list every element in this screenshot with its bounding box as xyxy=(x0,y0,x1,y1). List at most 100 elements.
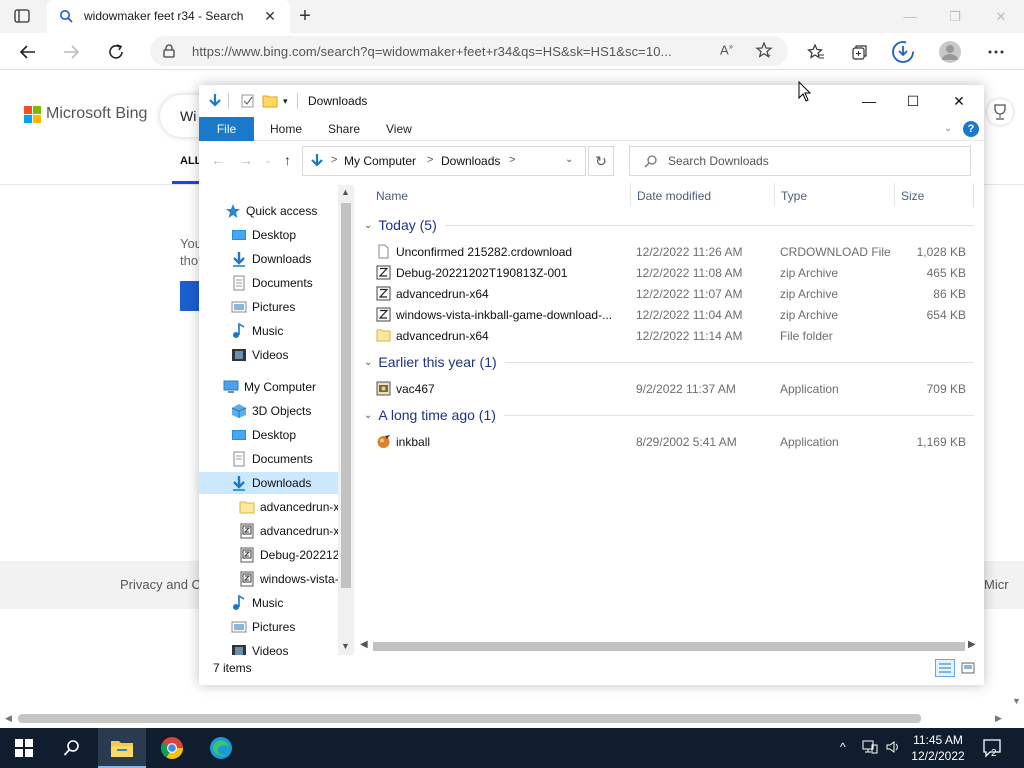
search-icon[interactable] xyxy=(48,728,96,768)
add-favorite-icon[interactable]: + xyxy=(755,41,773,60)
downloads-icon[interactable] xyxy=(890,39,916,65)
nav-qa-documents[interactable]: Documents 📌 xyxy=(231,272,354,294)
nav-qa-videos[interactable]: Videos xyxy=(231,344,354,366)
file-list-horizontal-scrollbar[interactable]: ◀ ▶ xyxy=(356,637,984,655)
column-size[interactable]: Size xyxy=(901,189,924,203)
chrome-icon[interactable] xyxy=(148,728,196,768)
chevron-up-icon[interactable]: ^ xyxy=(840,740,846,754)
tab-share[interactable]: Share xyxy=(314,117,374,141)
minimize-icon[interactable]: — xyxy=(896,6,924,28)
nav-mc-documents[interactable]: Documents xyxy=(231,448,354,470)
url-text[interactable]: https://www.bing.com/search?q=widowmaker… xyxy=(192,44,672,59)
help-icon[interactable]: ? xyxy=(963,121,979,137)
search-box[interactable] xyxy=(629,146,971,176)
browser-horizontal-scrollbar[interactable]: ◀ ▶ xyxy=(0,711,1024,727)
collapse-icon[interactable]: ⌄ xyxy=(364,357,372,368)
column-date-modified[interactable]: Date modified xyxy=(637,189,711,203)
address-bar[interactable]: > My Computer > Downloads > ⌄ xyxy=(302,146,586,176)
breadcrumb-downloads[interactable]: Downloads xyxy=(441,154,500,168)
details-view-icon[interactable] xyxy=(935,659,955,677)
restore-icon[interactable]: ❐ xyxy=(941,6,969,28)
bing-blue-button[interactable] xyxy=(180,281,200,311)
footer-microsoft-link[interactable]: Micr xyxy=(984,577,1009,592)
bing-logo[interactable]: Microsoft Bing xyxy=(24,105,147,123)
file-row[interactable]: vac467 9/2/2022 11:37 AM Application 709… xyxy=(376,378,976,399)
nav-mc-desktop[interactable]: Desktop xyxy=(231,424,354,446)
divider[interactable] xyxy=(973,183,974,207)
scroll-up-icon[interactable]: ▲ xyxy=(341,187,350,197)
collections-icon[interactable] xyxy=(847,39,873,65)
bing-rewards-icon[interactable] xyxy=(987,99,1013,125)
nav-qa-pictures[interactable]: Pictures 📌 xyxy=(231,296,354,318)
breadcrumb-my-computer[interactable]: My Computer xyxy=(344,154,416,168)
column-type[interactable]: Type xyxy=(781,189,807,203)
refresh-icon[interactable]: ↻ xyxy=(588,146,614,176)
tab-view[interactable]: View xyxy=(372,117,426,141)
up-icon[interactable]: ↑ xyxy=(284,152,291,168)
nav-quick-access[interactable]: Quick access xyxy=(225,200,354,222)
start-icon[interactable] xyxy=(0,728,48,768)
group-header-today[interactable]: ⌄ Today (5) xyxy=(364,215,974,235)
maximize-icon[interactable]: ☐ xyxy=(890,89,936,113)
tab-file[interactable]: File xyxy=(199,117,254,141)
nav-qa-music[interactable]: Music xyxy=(231,320,354,342)
divider[interactable] xyxy=(630,183,631,207)
nav-dl-sub-folder[interactable]: advancedrun-x xyxy=(239,496,339,518)
address-bar[interactable]: https://www.bing.com/search?q=widowmaker… xyxy=(150,36,788,66)
group-header-long-ago[interactable]: ⌄ A long time ago (1) xyxy=(364,405,974,425)
forward-icon[interactable]: → xyxy=(239,152,253,168)
file-row[interactable]: Unconfirmed 215282.crdownload 12/2/2022 … xyxy=(376,241,976,262)
browser-tab-active[interactable]: widowmaker feet r34 - Search ✕ xyxy=(47,0,290,33)
column-name[interactable]: Name xyxy=(376,189,408,203)
favorites-icon[interactable] xyxy=(803,39,829,65)
back-icon[interactable]: ← xyxy=(211,152,225,168)
scrollbar-thumb[interactable] xyxy=(373,642,965,651)
collapse-icon[interactable]: ⌄ xyxy=(364,410,372,421)
nav-3d-objects[interactable]: 3D Objects xyxy=(231,400,354,422)
properties-icon[interactable] xyxy=(240,93,256,109)
breadcrumb-separator[interactable]: > xyxy=(331,154,337,166)
nav-my-computer[interactable]: My Computer xyxy=(223,376,354,398)
volume-icon[interactable] xyxy=(886,740,900,757)
close-icon[interactable]: ✕ xyxy=(936,89,982,113)
search-input[interactable] xyxy=(668,152,958,170)
lock-icon[interactable] xyxy=(162,44,176,58)
nav-qa-desktop[interactable]: Desktop 📌 xyxy=(231,224,354,246)
nav-mc-videos[interactable]: Videos xyxy=(231,640,354,655)
scrollbar-thumb[interactable] xyxy=(341,203,351,588)
scroll-right-icon[interactable]: ▶ xyxy=(995,713,1002,724)
nav-qa-downloads[interactable]: Downloads 📌 xyxy=(231,248,354,270)
breadcrumb-separator[interactable]: > xyxy=(509,154,515,166)
tab-actions-icon[interactable] xyxy=(14,9,30,23)
nav-mc-downloads[interactable]: Downloads xyxy=(199,472,339,494)
forward-icon[interactable] xyxy=(58,39,84,65)
divider[interactable] xyxy=(894,183,895,207)
scroll-right-icon[interactable]: ▶ xyxy=(968,639,976,650)
notification-center-icon[interactable]: 2 xyxy=(982,738,1004,759)
close-icon[interactable]: ✕ xyxy=(262,8,278,24)
tab-home[interactable]: Home xyxy=(256,117,316,141)
scroll-left-icon[interactable]: ◀ xyxy=(5,713,12,724)
file-row[interactable]: Debug-20221202T190813Z-001 12/2/2022 11:… xyxy=(376,262,976,283)
divider[interactable] xyxy=(774,183,775,207)
new-folder-icon[interactable] xyxy=(262,93,278,109)
file-row[interactable]: windows-vista-inkball-game-download-... … xyxy=(376,304,976,325)
address-dropdown-icon[interactable]: ⌄ xyxy=(565,154,573,165)
nav-dl-sub-zip[interactable]: advancedrun-x xyxy=(239,520,339,542)
scroll-down-icon[interactable]: ▼ xyxy=(341,641,350,651)
file-row[interactable]: advancedrun-x64 12/2/2022 11:07 AM zip A… xyxy=(376,283,976,304)
nav-dl-sub-zip[interactable]: Debug-2022120 xyxy=(239,544,339,566)
large-icons-view-icon[interactable] xyxy=(958,659,978,677)
more-icon[interactable] xyxy=(983,39,1009,65)
nav-mc-music[interactable]: Music xyxy=(231,592,354,614)
group-header-earlier[interactable]: ⌄ Earlier this year (1) xyxy=(364,352,974,372)
read-aloud-icon[interactable]: A» xyxy=(720,42,733,57)
nav-dl-sub-zip[interactable]: windows-vista- xyxy=(239,568,339,590)
recent-locations-icon[interactable]: ⌄ xyxy=(264,155,272,166)
expand-ribbon-icon[interactable]: ⌄ xyxy=(944,123,952,134)
nav-mc-pictures[interactable]: Pictures xyxy=(231,616,354,638)
window-close-icon[interactable]: ✕ xyxy=(987,6,1015,28)
clock[interactable]: 11:45 AM 12/2/2022 xyxy=(908,732,968,764)
scrollbar-thumb[interactable] xyxy=(18,714,921,723)
edge-icon[interactable] xyxy=(197,728,245,768)
